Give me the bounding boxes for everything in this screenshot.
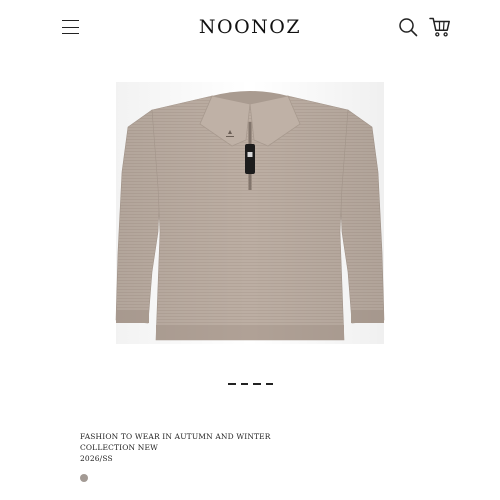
description-line: FASHION TO WEAR IN AUTUMN AND WINTER [80, 432, 271, 441]
search-icon[interactable] [398, 17, 418, 37]
cart-icon[interactable] [429, 16, 451, 38]
product-description: FASHION TO WEAR IN AUTUMN AND WINTER COL… [80, 431, 440, 465]
carousel-indicator [228, 383, 274, 386]
carousel-dot[interactable] [240, 383, 248, 385]
menu-icon[interactable] [60, 17, 82, 37]
carousel-dot[interactable] [228, 383, 236, 385]
sweater-right-sleeve [339, 109, 385, 324]
description-line: 2026/SS [80, 454, 113, 464]
color-swatch[interactable] [80, 474, 88, 482]
description-line: COLLECTION NEW [80, 443, 158, 453]
sweater-left-sleeve [115, 109, 161, 324]
zipper-pull [245, 144, 255, 174]
page: NOONOZ FASHION TO WEAR IN AUTUMN AND WIN… [0, 0, 500, 500]
brand-logo[interactable]: NOONOZ [199, 16, 301, 38]
header: NOONOZ [0, 0, 500, 56]
product-image[interactable] [100, 82, 400, 344]
carousel-dot[interactable] [253, 383, 261, 385]
carousel-dot[interactable] [265, 383, 273, 385]
